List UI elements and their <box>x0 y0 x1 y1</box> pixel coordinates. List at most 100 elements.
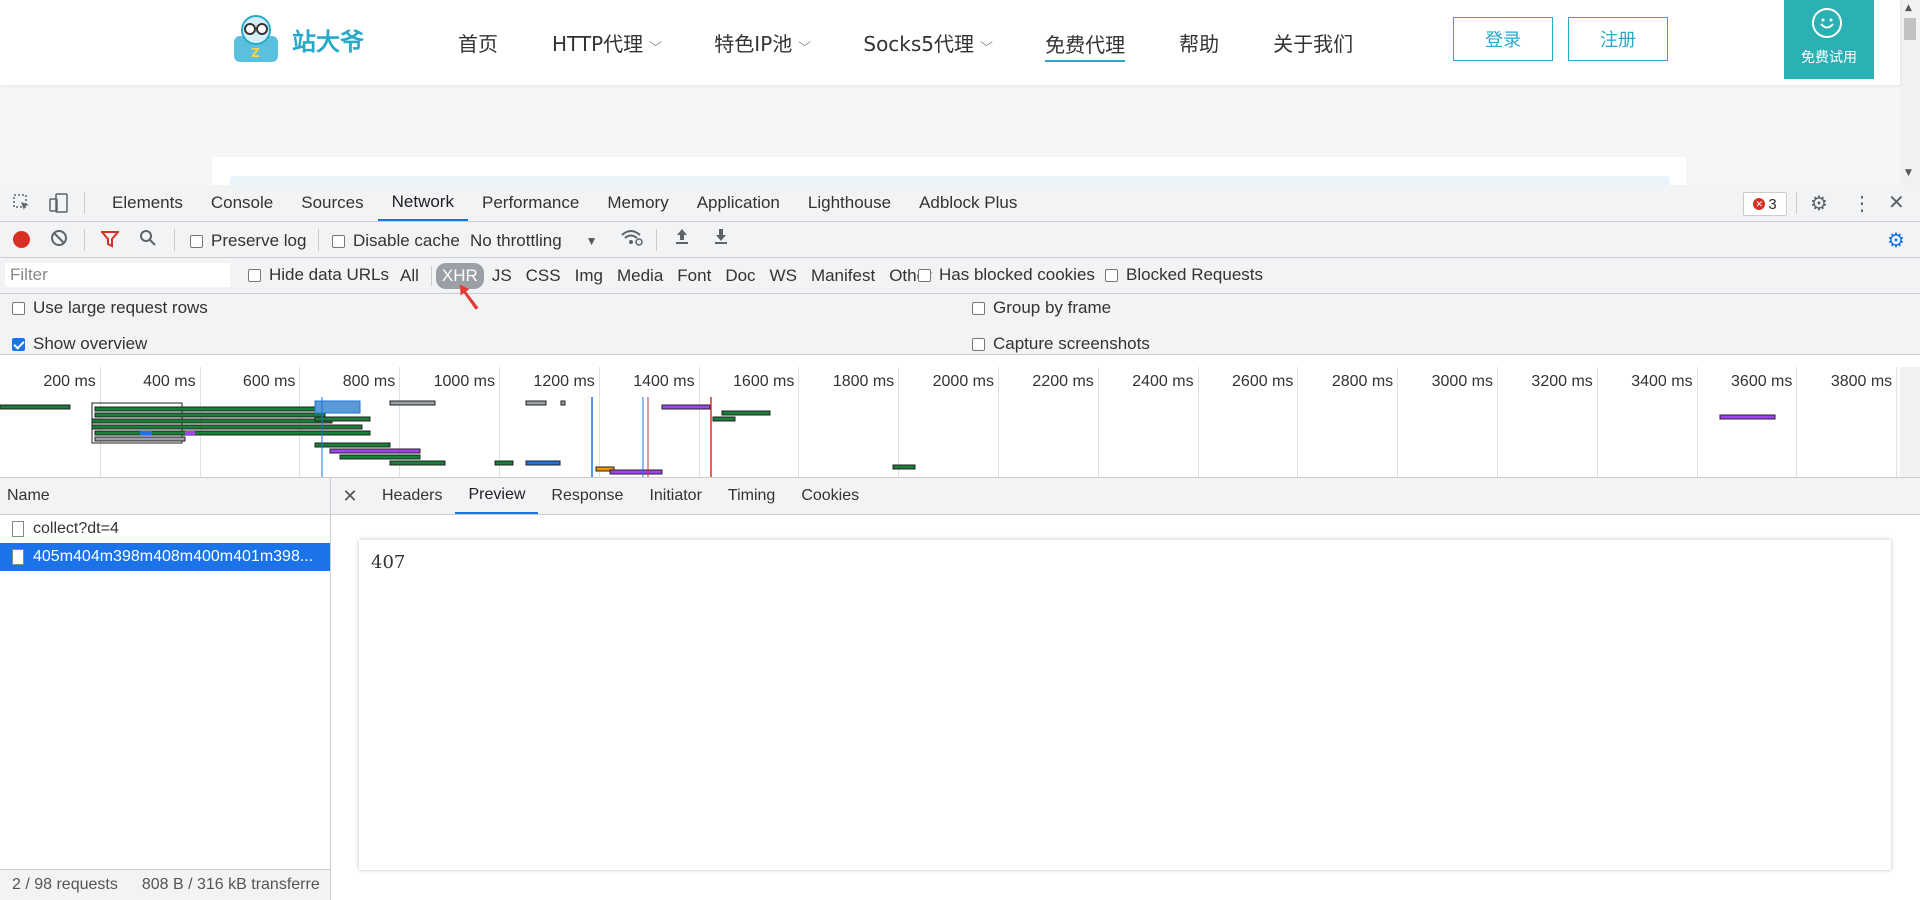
checkbox[interactable] <box>12 301 25 315</box>
type-filter-js[interactable]: JS <box>486 263 518 289</box>
nav-label: 特色IP池 <box>714 31 793 56</box>
site-header: Z 站大爷 首页 HTTP代理 ⌵ 特色IP池 ⌵ Socks5代理 ⌵ 免费代理 帮… <box>0 0 1900 85</box>
has-blocked-cookies-checkbox[interactable]: Has blocked cookies <box>918 265 1095 285</box>
type-filter-manifest[interactable]: Manifest <box>805 263 881 289</box>
preview-frame[interactable]: 407 <box>359 540 1891 870</box>
scroll-up-icon[interactable]: ▲ <box>1905 3 1912 13</box>
tab-memory[interactable]: Memory <box>593 185 682 221</box>
checkbox-label: Disable cache <box>353 231 460 250</box>
checkbox[interactable] <box>972 301 985 315</box>
page-scrollbar[interactable]: ▲ ▼ <box>1900 0 1920 185</box>
error-count-badge[interactable]: ✕ 3 <box>1743 192 1787 216</box>
network-conditions-icon[interactable] <box>620 228 644 253</box>
tab-preview[interactable]: Preview <box>455 478 539 514</box>
tab-lighthouse[interactable]: Lighthouse <box>794 185 905 221</box>
checkbox[interactable] <box>248 268 261 282</box>
preserve-log-checkbox[interactable]: Preserve log <box>190 231 306 251</box>
login-button[interactable]: 登录 <box>1453 17 1553 61</box>
network-toolbar: Preserve log Disable cache No throttling… <box>0 222 1920 258</box>
column-header-name[interactable]: Name <box>0 478 330 515</box>
large-rows-checkbox[interactable]: Use large request rows <box>12 298 208 318</box>
nav-ip-pool[interactable]: 特色IP池 ⌵ <box>714 26 811 58</box>
request-row[interactable]: collect?dt=4 <box>0 515 330 543</box>
tab-adblock-plus[interactable]: Adblock Plus <box>905 185 1031 221</box>
request-list: Name collect?dt=4 405m404m398m408m400m40… <box>0 478 331 900</box>
logo-mascot-icon: Z <box>230 14 286 64</box>
nav-label: 帮助 <box>1179 31 1220 56</box>
type-filter-img[interactable]: Img <box>569 263 609 289</box>
nav-socks5[interactable]: Socks5代理 ⌵ <box>863 26 993 58</box>
site-logo[interactable]: Z 站大爷 <box>230 14 364 64</box>
smile-icon <box>1812 8 1842 38</box>
show-overview-checkbox[interactable]: Show overview <box>12 334 147 354</box>
checkbox[interactable] <box>918 268 931 282</box>
tab-response[interactable]: Response <box>538 478 636 514</box>
disable-cache-checkbox[interactable]: Disable cache <box>332 231 460 251</box>
export-har-icon[interactable] <box>713 228 729 251</box>
type-filter-media[interactable]: Media <box>611 263 669 289</box>
nav-help[interactable]: 帮助 <box>1179 26 1219 58</box>
close-icon[interactable]: ✕ <box>331 478 369 514</box>
tab-elements[interactable]: Elements <box>98 185 197 221</box>
tab-performance[interactable]: Performance <box>468 185 593 221</box>
tab-application[interactable]: Application <box>683 185 794 221</box>
checkbox-checked[interactable] <box>12 337 25 351</box>
main-nav: 首页 HTTP代理 ⌵ 特色IP池 ⌵ Socks5代理 ⌵ 免费代理 帮助 关于我们 <box>458 26 1407 62</box>
inspect-element-icon[interactable] <box>12 193 32 218</box>
filter-input[interactable] <box>5 263 230 287</box>
separator <box>174 229 175 251</box>
hide-data-urls-checkbox[interactable]: Hide data URLs <box>248 265 389 285</box>
clear-icon[interactable] <box>50 229 68 252</box>
network-options: Use large request rows Show overview Gro… <box>0 294 1920 355</box>
search-icon[interactable] <box>139 229 157 252</box>
nav-home[interactable]: 首页 <box>458 26 498 58</box>
network-summary: 2 / 98 requests 808 B / 316 kB transferr… <box>0 869 330 900</box>
tab-initiator[interactable]: Initiator <box>636 478 714 514</box>
checkbox[interactable] <box>332 234 345 248</box>
tab-network[interactable]: Network <box>377 185 468 221</box>
overview-scrollbar[interactable] <box>1900 367 1920 477</box>
checkbox[interactable] <box>190 234 203 248</box>
nav-label: 首页 <box>458 31 498 56</box>
device-toolbar-icon[interactable] <box>48 192 70 219</box>
error-icon: ✕ <box>1753 198 1766 210</box>
type-filter-font[interactable]: Font <box>671 263 717 289</box>
nav-http-proxy[interactable]: HTTP代理 ⌵ <box>552 26 662 58</box>
tab-cookies[interactable]: Cookies <box>788 478 872 514</box>
scroll-down-icon[interactable]: ▼ <box>1905 168 1912 178</box>
group-by-frame-checkbox[interactable]: Group by frame <box>972 298 1111 318</box>
type-filter-css[interactable]: CSS <box>520 263 567 289</box>
tab-timing[interactable]: Timing <box>715 478 788 514</box>
network-overview-timeline[interactable]: 200 ms 400 ms 600 ms 800 ms 1000 ms 1200 ms 14… <box>0 367 1920 478</box>
register-button[interactable]: 注册 <box>1568 17 1668 61</box>
checkbox[interactable] <box>972 337 985 351</box>
type-filter-doc[interactable]: Doc <box>719 263 761 289</box>
filter-icon[interactable] <box>99 230 121 253</box>
free-trial-button[interactable]: 免费试用 <box>1784 0 1874 79</box>
devtools-tabs: Elements Console Sources Network Perform… <box>98 185 1031 221</box>
more-options-icon[interactable]: ⋮ <box>1852 191 1872 216</box>
request-count: 2 / 98 requests <box>12 876 118 893</box>
settings-gear-icon[interactable]: ⚙ <box>1810 191 1828 216</box>
nav-label: Socks5代理 <box>863 31 975 56</box>
logo-text: 站大爷 <box>292 27 364 56</box>
close-devtools-icon[interactable]: ✕ <box>1888 190 1905 215</box>
type-filter-all[interactable]: All <box>394 263 425 289</box>
scrollbar-thumb[interactable] <box>1904 18 1916 40</box>
checkbox[interactable] <box>1105 268 1118 282</box>
tab-console[interactable]: Console <box>197 185 287 221</box>
nav-about[interactable]: 关于我们 <box>1273 26 1353 58</box>
document-icon <box>12 521 24 537</box>
tab-headers[interactable]: Headers <box>369 478 455 514</box>
capture-screenshots-checkbox[interactable]: Capture screenshots <box>972 334 1150 354</box>
error-count: 3 <box>1768 195 1777 213</box>
tab-sources[interactable]: Sources <box>287 185 377 221</box>
import-har-icon[interactable] <box>674 228 690 251</box>
record-button[interactable] <box>13 231 30 248</box>
network-settings-gear-icon[interactable]: ⚙ <box>1887 228 1905 253</box>
type-filter-ws[interactable]: WS <box>764 263 803 289</box>
blocked-requests-checkbox[interactable]: Blocked Requests <box>1105 265 1263 285</box>
request-row-selected[interactable]: 405m404m398m408m400m401m398... <box>0 543 330 571</box>
throttling-select[interactable]: No throttling ▼ <box>470 231 598 251</box>
nav-free-proxy[interactable]: 免费代理 <box>1045 26 1126 62</box>
